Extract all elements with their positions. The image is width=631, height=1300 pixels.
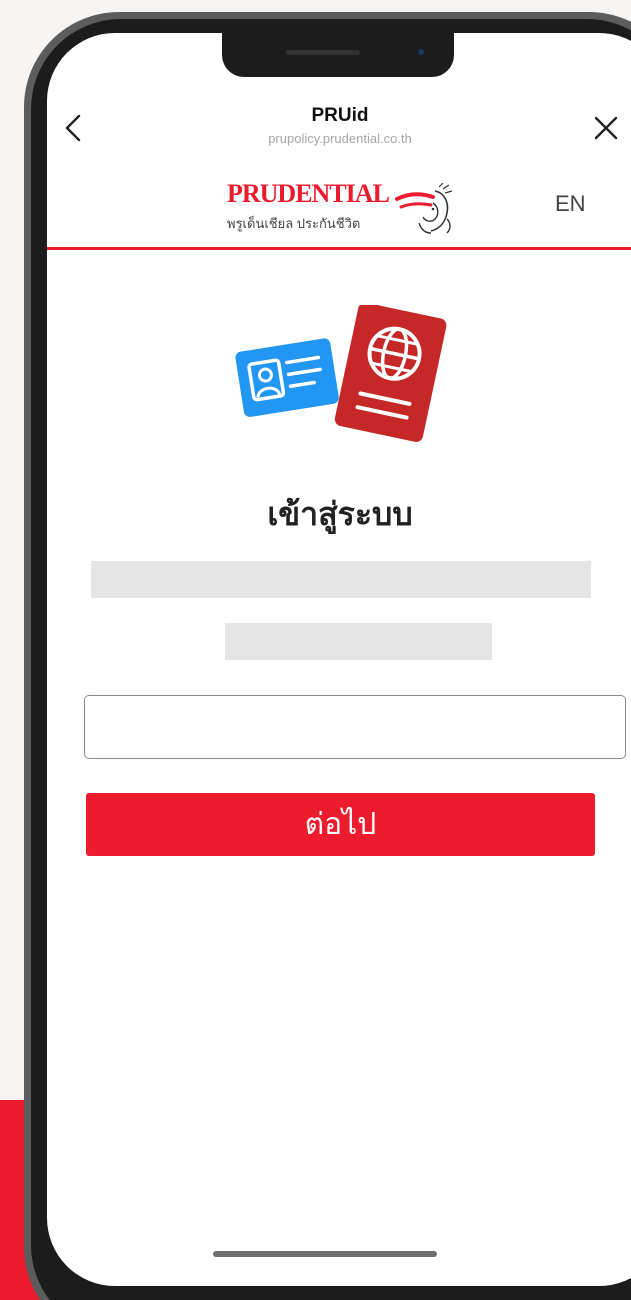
language-toggle[interactable]: EN bbox=[555, 191, 586, 217]
front-camera bbox=[418, 49, 424, 55]
id-number-input[interactable] bbox=[84, 695, 626, 759]
header-divider bbox=[47, 247, 631, 250]
speaker-grille bbox=[286, 50, 360, 55]
close-icon bbox=[594, 116, 618, 140]
home-indicator[interactable] bbox=[213, 1251, 437, 1257]
prudence-head-icon bbox=[395, 183, 453, 234]
prudential-logo: PRUDENTIAL พรูเด็นเชียล ประกันชีวิต bbox=[227, 179, 459, 239]
close-button[interactable] bbox=[593, 115, 619, 141]
loading-placeholder-text bbox=[91, 561, 591, 598]
id-card-and-passport-icon bbox=[235, 305, 447, 442]
logo-thai-text: พรูเด็นเชียล ประกันชีวิต bbox=[227, 216, 361, 231]
loading-placeholder-text bbox=[225, 623, 492, 660]
logo-wordmark: PRUDENTIAL bbox=[227, 179, 390, 208]
phone-notch bbox=[222, 33, 454, 77]
page-title: PRUid bbox=[311, 105, 369, 126]
phone-screen: PRUid prupolicy.prudential.co.th PRUDENT… bbox=[47, 33, 631, 1286]
page-url: prupolicy.prudential.co.th bbox=[268, 131, 412, 146]
next-button[interactable]: ต่อไป bbox=[86, 793, 595, 856]
page-canvas: PRUid prupolicy.prudential.co.th PRUDENT… bbox=[0, 0, 631, 1300]
login-heading: เข้าสู่ระบบ bbox=[267, 496, 413, 532]
